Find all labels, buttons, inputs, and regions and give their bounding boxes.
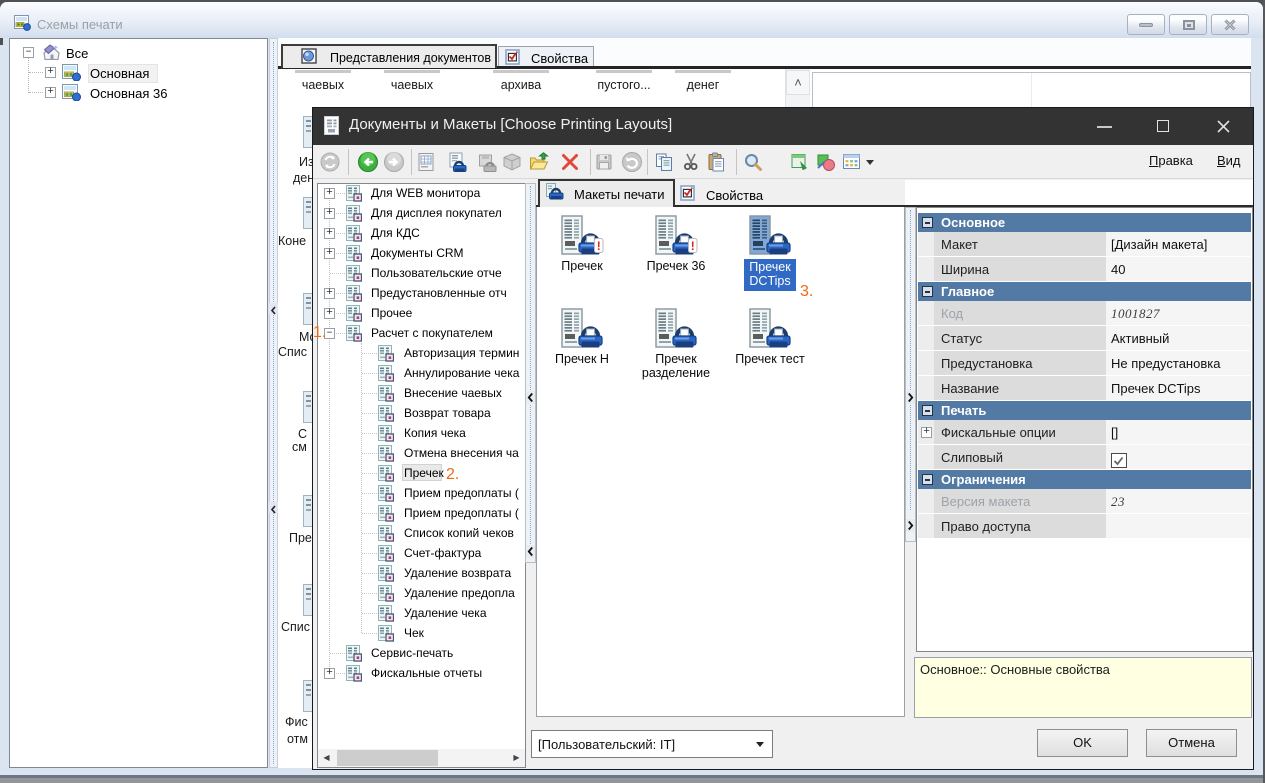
svg-text:!: !: [597, 239, 601, 253]
svg-text:!: !: [691, 239, 695, 253]
